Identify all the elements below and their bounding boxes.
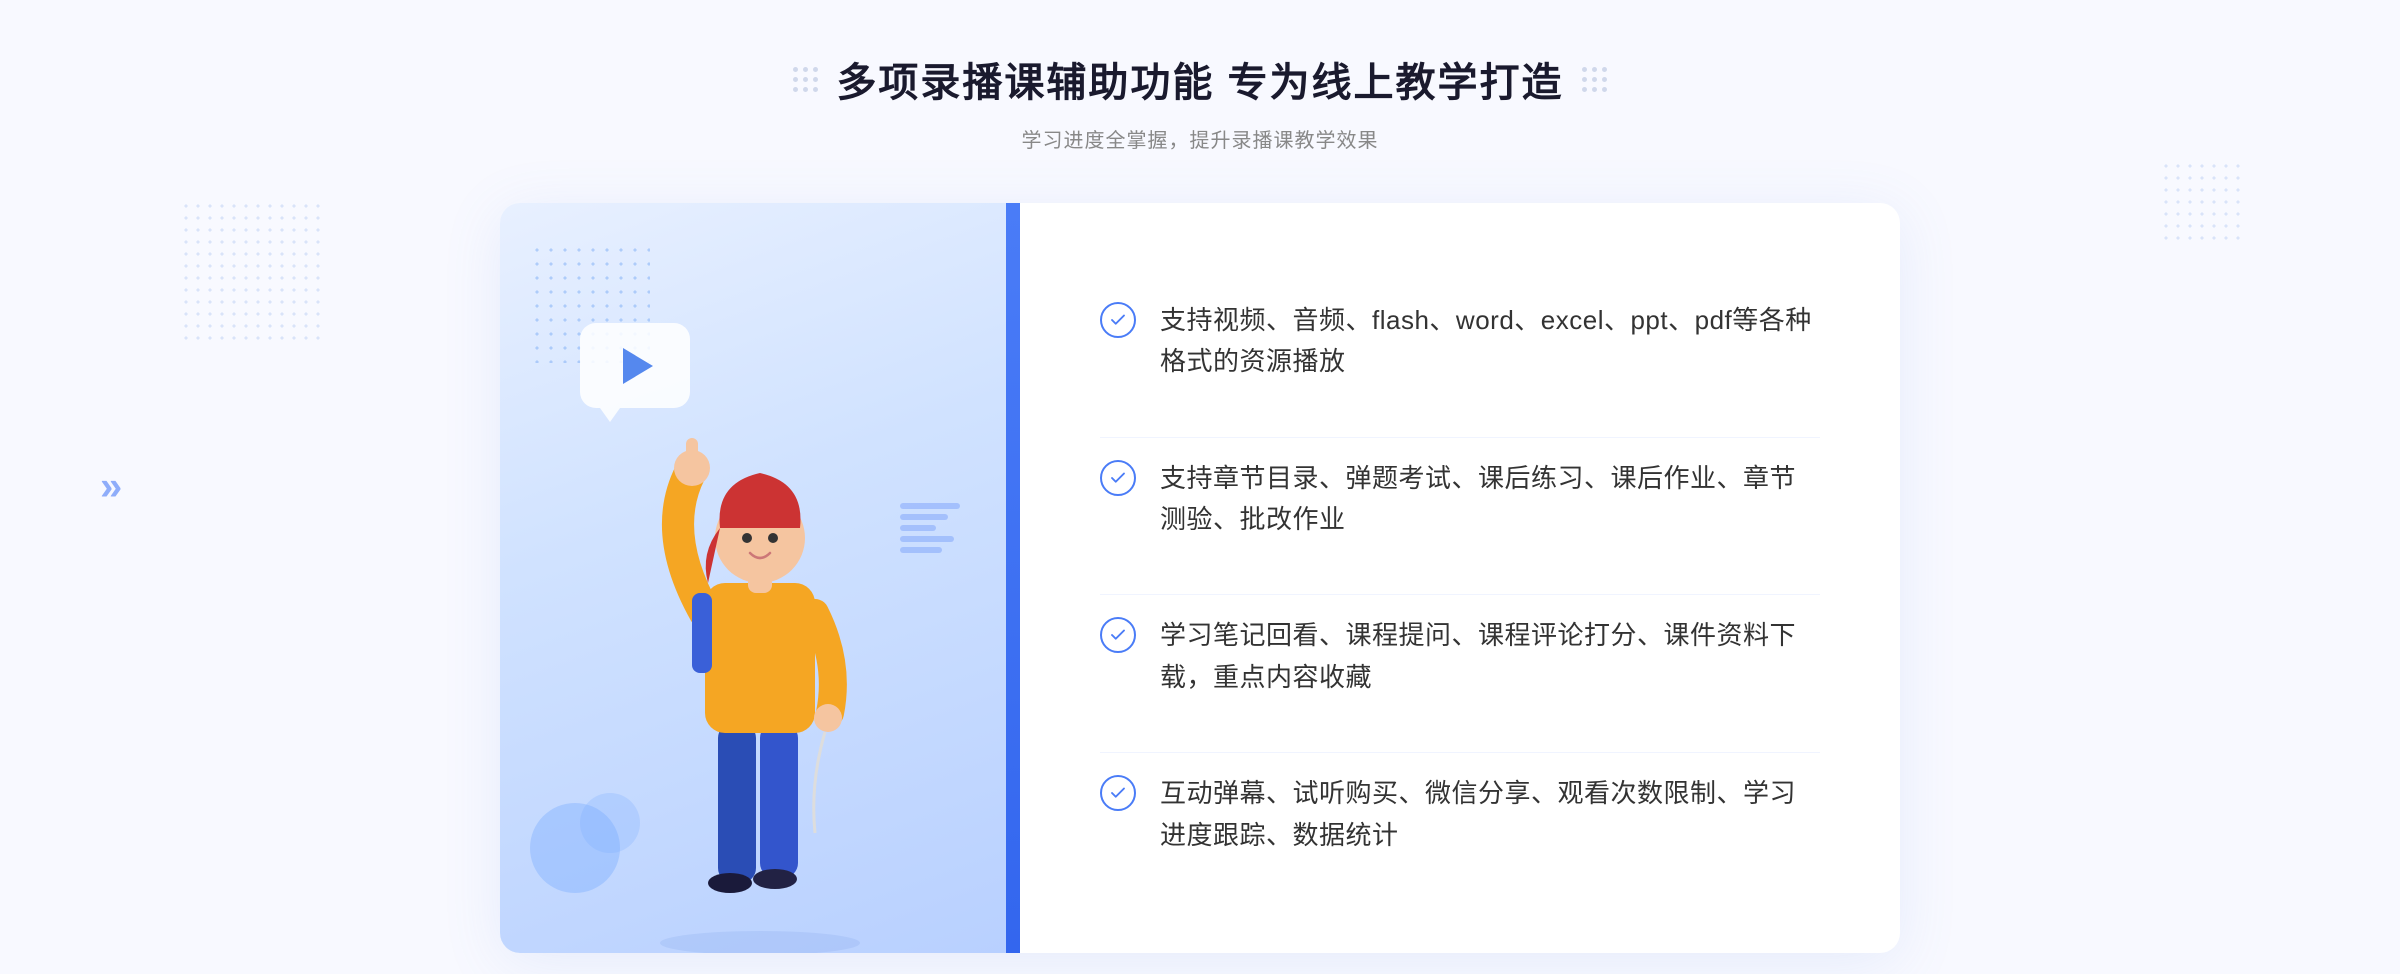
check-icon-3 [1100,617,1136,653]
chevron-decoration: » [100,465,122,510]
header-section: 多项录播课辅助功能 专为线上教学打造 学习进度全掌握，提升录播课教学效果 [793,50,1606,153]
feature-text-4: 互动弹幕、试听购买、微信分享、观看次数限制、学习进度跟踪、数据统计 [1160,773,1820,856]
decorative-dots-right [1582,67,1607,92]
deco-circle-small [580,793,640,853]
main-content-card: 支持视频、音频、flash、word、excel、ppt、pdf等各种格式的资源… [500,203,1900,953]
feature-text-2: 支持章节目录、弹题考试、课后练习、课后作业、章节测验、批改作业 [1160,458,1820,541]
decorative-dots-left [793,67,818,92]
feature-text-3: 学习笔记回看、课程提问、课程评论打分、课件资料下载，重点内容收藏 [1160,615,1820,698]
feature-item-2: 支持章节目录、弹题考试、课后练习、课后作业、章节测验、批改作业 [1100,437,1820,561]
feature-item-3: 学习笔记回看、课程提问、课程评论打分、课件资料下载，重点内容收藏 [1100,594,1820,718]
page-container: » 多项录播课辅助功能 专为线上教学打造 学习进度全掌握，提升录播课教学效果 [0,0,2400,974]
illustration-figure [600,353,920,953]
blue-accent-bar [1006,203,1020,953]
illustration-panel [500,203,1020,953]
feature-text-1: 支持视频、音频、flash、word、excel、ppt、pdf等各种格式的资源… [1160,300,1820,383]
check-icon-1 [1100,302,1136,338]
dots-decoration-right [2160,160,2240,240]
features-panel: 支持视频、音频、flash、word、excel、ppt、pdf等各种格式的资源… [1020,203,1900,953]
feature-item-1: 支持视频、音频、flash、word、excel、ppt、pdf等各种格式的资源… [1100,280,1820,403]
dots-decoration-left [180,200,320,340]
feature-item-4: 互动弹幕、试听购买、微信分享、观看次数限制、学习进度跟踪、数据统计 [1100,752,1820,876]
title-row: 多项录播课辅助功能 专为线上教学打造 [793,50,1606,108]
page-title: 多项录播课辅助功能 专为线上教学打造 [836,50,1563,108]
check-icon-2 [1100,460,1136,496]
check-icon-4 [1100,775,1136,811]
page-subtitle: 学习进度全掌握，提升录播课教学效果 [793,124,1606,153]
